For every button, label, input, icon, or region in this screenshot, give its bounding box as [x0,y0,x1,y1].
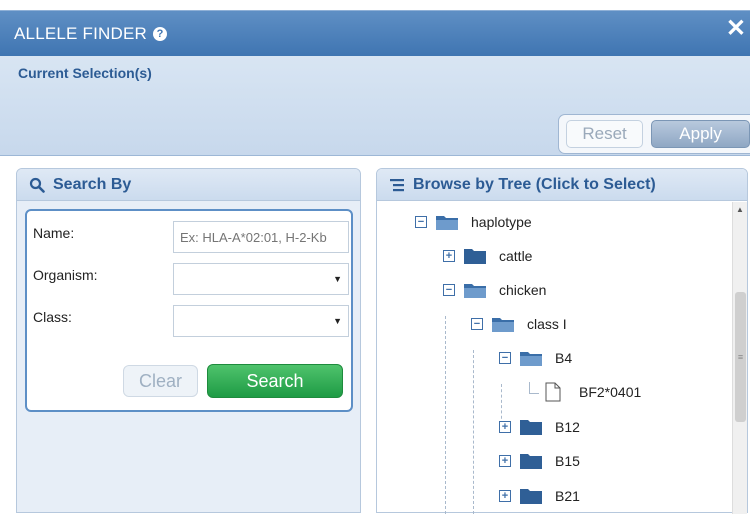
tree-node-label: B12 [555,419,580,435]
apply-button[interactable]: Apply [651,120,750,148]
tree-node-b12[interactable]: + B12 [499,416,580,438]
scroll-up-arrow-icon[interactable]: ▲ [736,205,744,214]
tree-node-class-i[interactable]: − class I [471,313,567,335]
collapse-icon[interactable]: − [415,216,427,228]
tree-list-icon [389,177,405,193]
expand-icon[interactable]: + [499,421,511,433]
tree-node-label: chicken [499,282,547,298]
organism-select[interactable]: ▼ [173,263,349,295]
folder-icon [520,454,542,469]
tree-node-bf2-0401[interactable]: BF2*0401 [545,381,641,403]
collapse-icon[interactable]: − [499,352,511,364]
tree-guide-line [445,316,446,514]
tree-panel: Browse by Tree (Click to Select) − haplo… [376,168,748,514]
search-button[interactable]: Search [207,364,343,398]
reset-button[interactable]: Reset [566,120,644,148]
search-form: Name: Organism: ▼ Class: ▼ Clear Search [25,209,353,412]
organism-label: Organism: [33,267,98,283]
tree-node-label: class I [527,316,567,332]
search-panel-header: Search By [17,169,360,201]
window-top-strip [0,0,750,10]
current-selection-area: Current Selection(s) Reset Apply [0,56,750,156]
tree-panel-header: Browse by Tree (Click to Select) [377,169,747,201]
class-select[interactable]: ▼ [173,305,349,337]
tree-node-label: haplotype [471,214,532,230]
tree-node-b15[interactable]: + B15 [499,450,580,472]
tree-view: − haplotype + cattle − chicken − class I… [377,202,747,514]
tree-node-label: B4 [555,350,573,366]
folder-open-icon [520,352,542,366]
search-panel-title: Search By [53,175,132,193]
tree-node-label: B15 [555,453,580,469]
folder-icon [464,249,486,264]
folder-icon [520,420,542,435]
tree-node-b4[interactable]: − B4 [499,347,572,369]
tree-node-label: BF2*0401 [579,384,642,400]
current-selection-title: Current Selection(s) [18,65,152,81]
folder-open-icon [464,284,486,298]
folder-icon [520,489,542,504]
document-icon [545,382,561,402]
tree-node-chicken[interactable]: − chicken [443,279,546,301]
class-label: Class: [33,309,72,325]
selection-button-group: Reset Apply [558,114,750,154]
collapse-icon[interactable]: − [471,318,483,330]
search-panel: Search By Name: Organism: ▼ Class: ▼ Cle… [16,168,361,513]
chevron-down-icon: ▼ [333,274,342,284]
tree-node-haplotype[interactable]: − haplotype [415,211,532,233]
name-label: Name: [33,225,75,241]
dialog-title: ALLELE FINDER [14,23,147,43]
tree-node-cattle[interactable]: + cattle [443,245,532,267]
close-icon[interactable]: ✕ [726,17,746,41]
tree-node-label: cattle [499,248,533,264]
scrollbar-thumb[interactable]: ≡ [735,292,746,422]
tree-node-b21[interactable]: + B21 [499,485,580,507]
clear-button[interactable]: Clear [123,365,198,397]
collapse-icon[interactable]: − [443,284,455,296]
folder-open-icon [492,318,514,332]
tree-scrollbar[interactable]: ▲ ≡ [732,202,747,514]
tree-node-label: B21 [555,488,580,504]
help-icon[interactable]: ? [152,27,167,41]
expand-icon[interactable]: + [443,250,455,262]
tree-panel-title: Browse by Tree (Click to Select) [413,175,656,193]
tree-guide-line [473,350,474,514]
search-icon [29,177,45,193]
expand-icon[interactable]: + [499,455,511,467]
chevron-down-icon: ▼ [333,316,342,326]
expand-icon[interactable]: + [499,490,511,502]
name-input[interactable] [173,221,349,253]
dialog-titlebar: ALLELE FINDER ? ✕ [0,10,750,56]
tree-leaf-connector [529,382,539,394]
folder-open-icon [436,216,458,230]
